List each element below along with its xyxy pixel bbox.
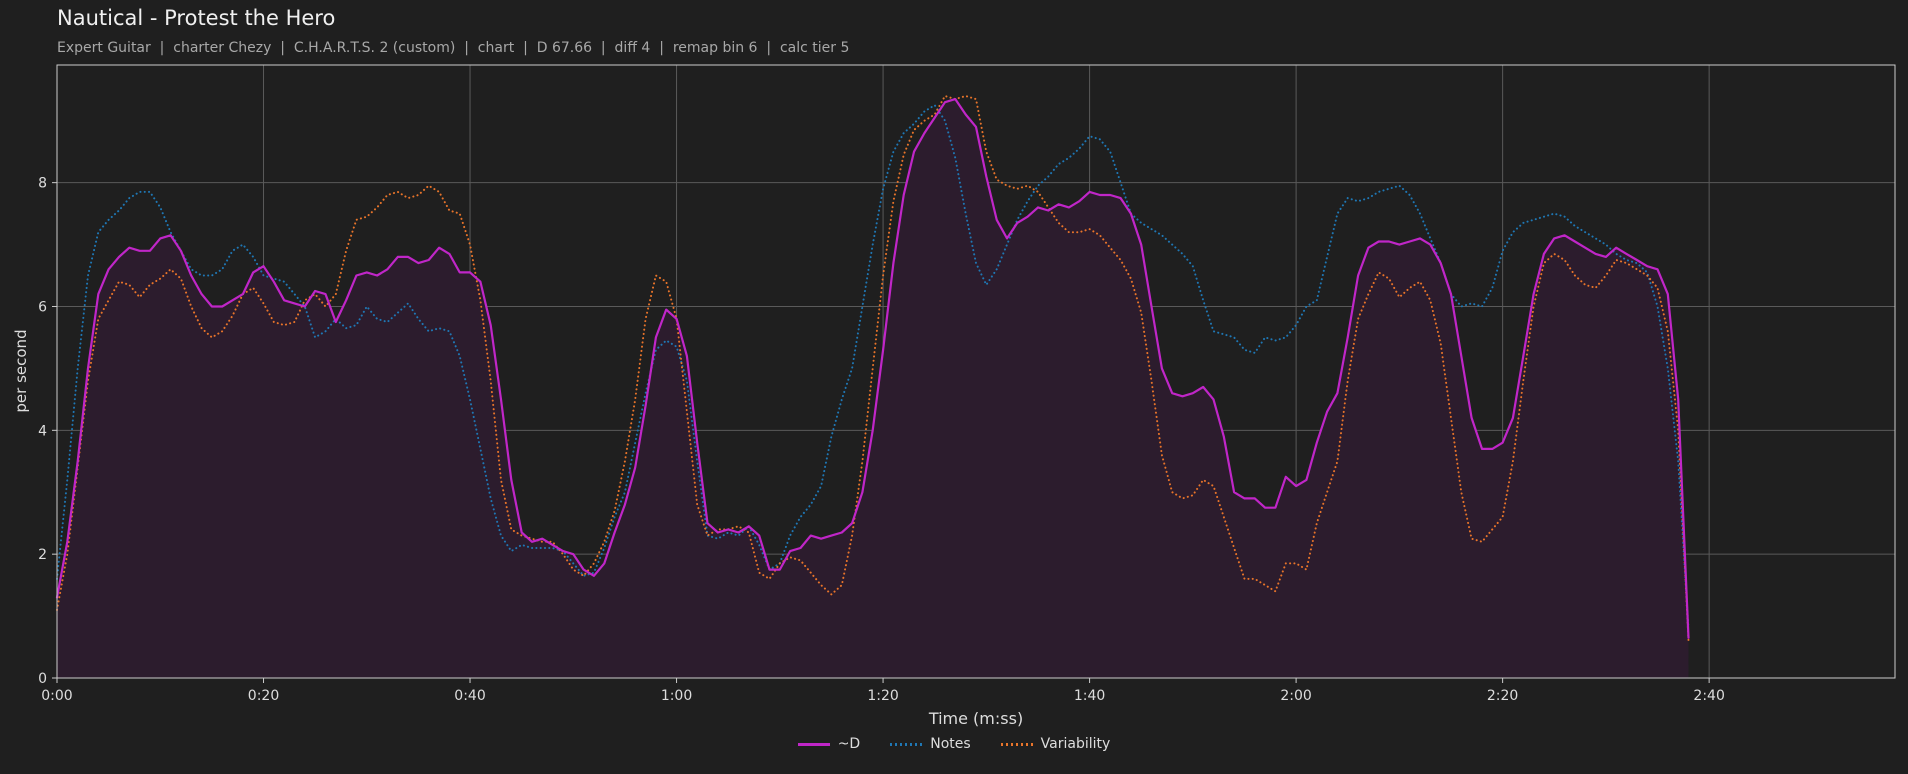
x-tick-label: 1:00 (661, 688, 692, 704)
x-tick-label: 0:40 (454, 688, 485, 704)
y-tick-label: 6 (38, 299, 47, 315)
legend-label: Variability (1040, 736, 1111, 752)
legend-swatch (1000, 742, 1033, 746)
x-tick-label: 2:00 (1280, 688, 1311, 704)
x-tick-label: 2:40 (1693, 688, 1724, 704)
legend-swatch (890, 742, 923, 746)
x-tick-label: 0:20 (248, 688, 279, 704)
legend-item: Variability (1000, 736, 1111, 752)
x-tick-label: 0:00 (41, 688, 72, 704)
chart-plot: 0:00 0:20 0:40 1:00 1:20 1:40 2:00 2:20 2:40 0 2 4 6… (12, 64, 1896, 728)
legend-label: ~D (837, 736, 861, 752)
legend: ~D Notes Variability (0, 736, 1908, 752)
legend-item: ~D (797, 736, 861, 752)
y-tick-label: 0 (38, 671, 47, 687)
x-tick-label: 2:20 (1487, 688, 1518, 704)
y-tick-label: 4 (38, 423, 47, 439)
y-tick-label: 2 (38, 547, 47, 563)
legend-label: Notes (930, 736, 971, 752)
y-tick-label: 8 (38, 176, 47, 192)
x-tick-label: 1:20 (867, 688, 898, 704)
x-tick-label: 1:40 (1074, 688, 1105, 704)
x-axis-label: Time (m:ss) (928, 709, 1023, 728)
y-axis-label: per second (12, 329, 30, 412)
legend-item: Notes (890, 736, 971, 752)
legend-swatch (797, 742, 830, 746)
